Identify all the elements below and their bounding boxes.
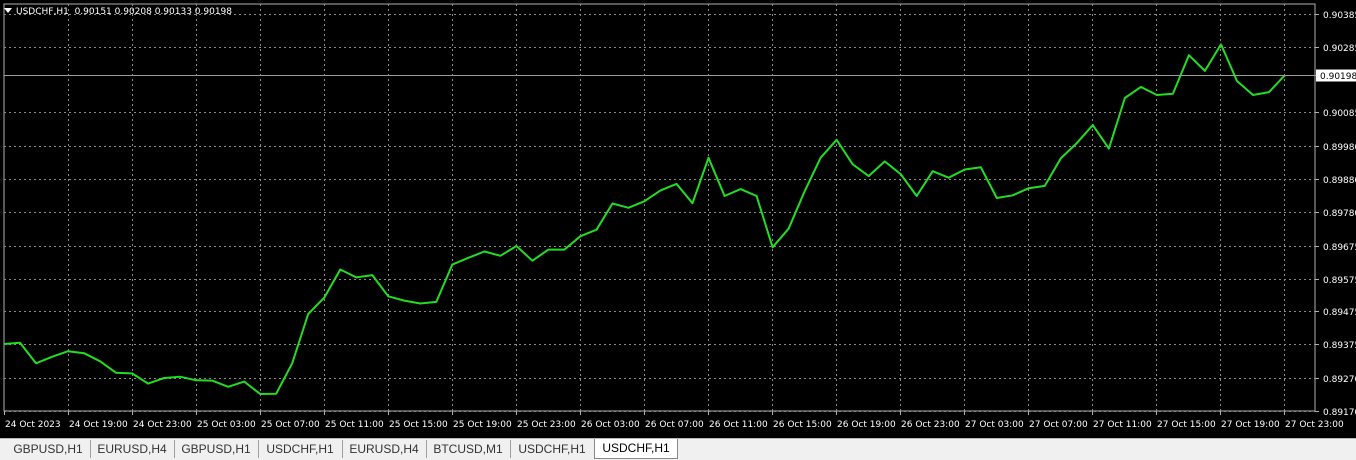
y-tick-label: 0.89575 xyxy=(1323,276,1356,286)
x-tick-label: 25 Oct 19:00 xyxy=(453,420,512,430)
y-tick-label: 0.89675 xyxy=(1323,243,1356,253)
chart-tab-bar: GBPUSD,H1 EURUSD,H4 GBPUSD,H1 USDCHF,H1 EURU… xyxy=(0,438,1356,460)
y-tick-label: 0.89375 xyxy=(1323,341,1356,351)
chart-tab-active[interactable]: USDCHF,H1 xyxy=(594,439,678,459)
x-tick-label: 25 Oct 03:00 xyxy=(197,420,256,430)
x-tick-label: 27 Oct 23:00 xyxy=(1285,420,1344,430)
chart-area[interactable]: 0.90385 0.90285 0.90198 0.90085 0.89980 0.898… xyxy=(0,0,1356,438)
y-tick-label: 0.89270 xyxy=(1323,375,1356,385)
x-tick-label: 26 Oct 19:00 xyxy=(837,420,896,430)
y-tick-label: 0.89880 xyxy=(1323,176,1356,186)
y-tick-label: 0.90385 xyxy=(1323,11,1356,21)
x-tick-label: 26 Oct 23:00 xyxy=(901,420,960,430)
chart-tab[interactable]: GBPUSD,H1 xyxy=(174,440,259,458)
y-tick-label: 0.89980 xyxy=(1323,143,1356,153)
chart-tab[interactable]: EURUSD,H4 xyxy=(90,440,175,458)
x-tick-label: 26 Oct 07:00 xyxy=(645,420,704,430)
y-tick-label: 0.89170 xyxy=(1323,408,1356,418)
x-tick-label: 26 Oct 11:00 xyxy=(709,420,768,430)
y-tick-label: 0.89780 xyxy=(1323,209,1356,219)
x-tick-label: 27 Oct 11:00 xyxy=(1093,420,1152,430)
x-tick-label: 25 Oct 11:00 xyxy=(325,420,384,430)
x-tick-label: 24 Oct 23:00 xyxy=(133,420,192,430)
x-tick-label: 25 Oct 23:00 xyxy=(517,420,576,430)
x-tick-label: 27 Oct 19:00 xyxy=(1221,420,1280,430)
x-tick-label: 26 Oct 15:00 xyxy=(773,420,832,430)
x-tick-label: 24 Oct 2023 xyxy=(5,420,61,430)
x-tick-label: 25 Oct 07:00 xyxy=(261,420,320,430)
x-tick-label: 27 Oct 15:00 xyxy=(1157,420,1216,430)
price-chart[interactable]: 0.90385 0.90285 0.90198 0.90085 0.89980 0.898… xyxy=(0,0,1356,438)
chart-ohlc: 0.90151 0.90208 0.90133 0.90198 xyxy=(74,7,233,17)
chart-header: USDCHF,H1 0.90151 0.90208 0.90133 0.9019… xyxy=(4,7,232,17)
x-tick-label: 25 Oct 15:00 xyxy=(389,420,448,430)
chart-tab[interactable]: BTCUSD,M1 xyxy=(426,440,511,458)
y-tick-label: 0.89475 xyxy=(1323,308,1356,318)
chart-tab[interactable]: USDCHF,H1 xyxy=(258,440,343,458)
plot-frame xyxy=(3,3,1316,412)
chart-tab[interactable]: USDCHF,H1 xyxy=(510,440,595,458)
chart-tab[interactable]: EURUSD,H4 xyxy=(342,440,427,458)
y-tick-label: 0.90285 xyxy=(1323,44,1356,54)
x-tick-label: 24 Oct 19:00 xyxy=(69,420,128,430)
collapse-triangle-icon[interactable] xyxy=(4,8,12,13)
current-price-label: 0.90198 xyxy=(1320,72,1356,82)
chart-symbol: USDCHF,H1 xyxy=(16,7,69,17)
chart-tab[interactable]: GBPUSD,H1 xyxy=(6,440,91,458)
x-tick-label: 26 Oct 03:00 xyxy=(581,420,640,430)
x-tick-label: 27 Oct 07:00 xyxy=(1029,420,1088,430)
x-tick-label: 27 Oct 03:00 xyxy=(965,420,1024,430)
y-tick-label: 0.90085 xyxy=(1323,109,1356,119)
